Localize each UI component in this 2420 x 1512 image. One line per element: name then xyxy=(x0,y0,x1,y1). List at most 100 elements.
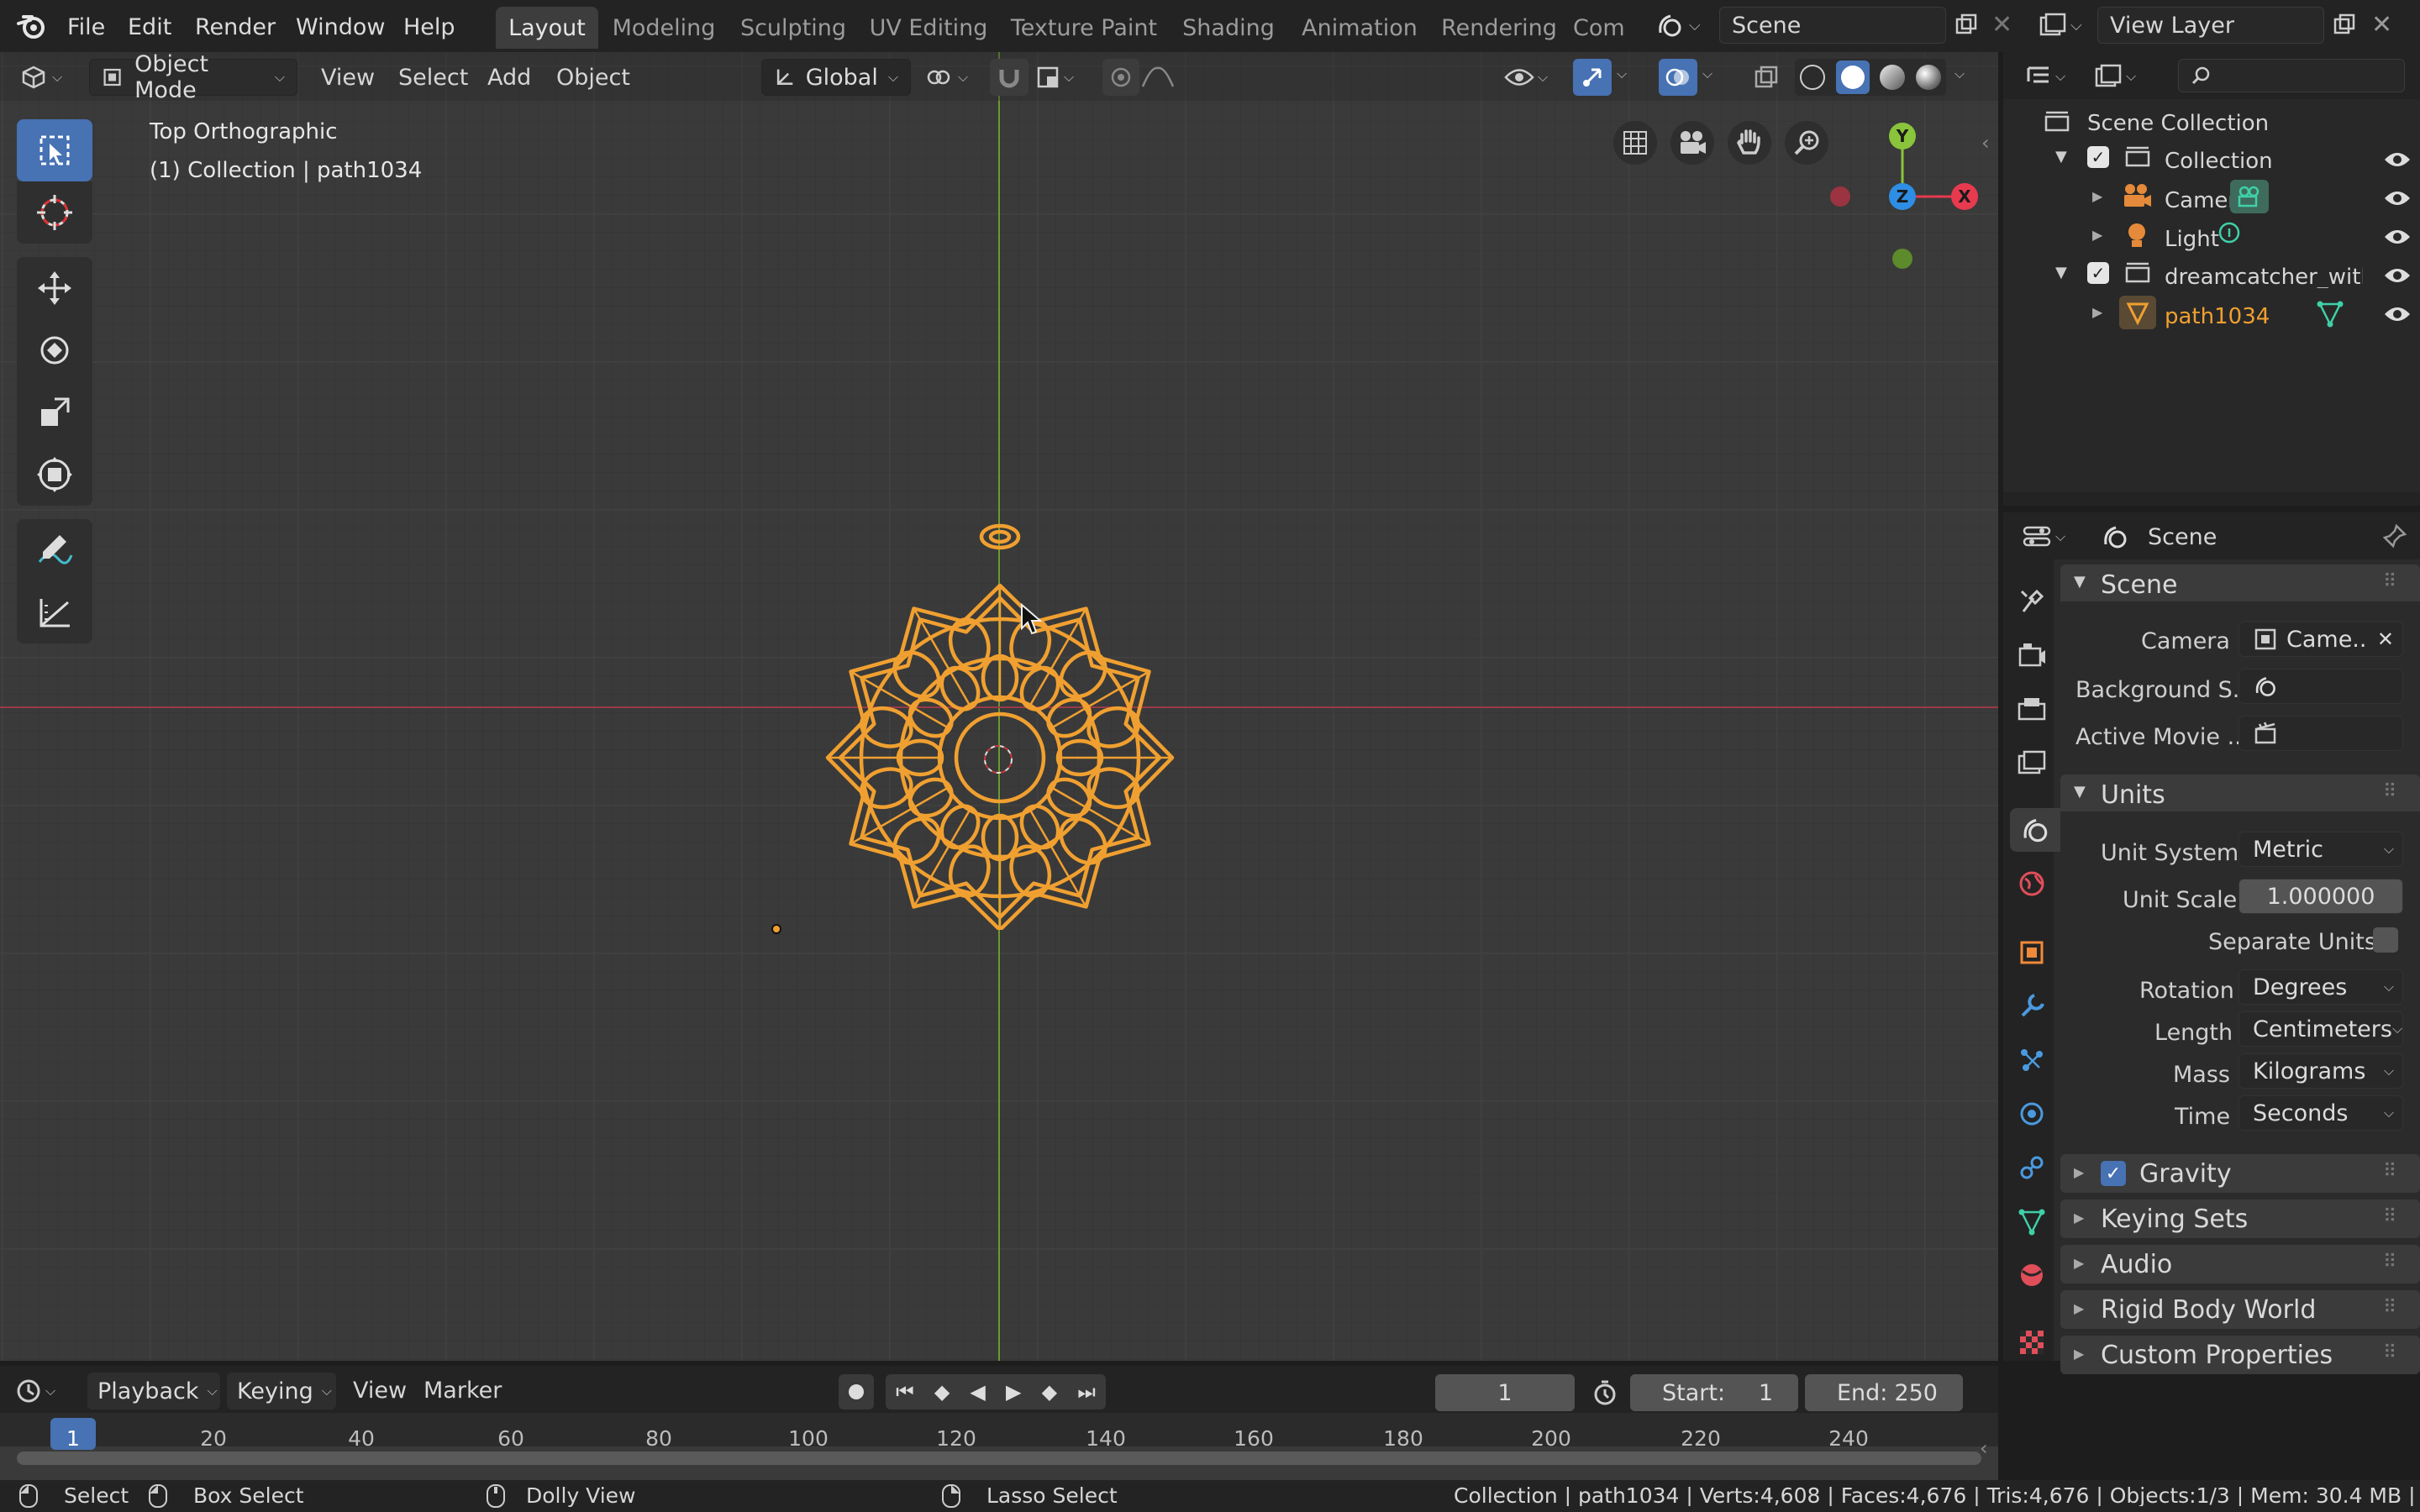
visibility-eye-icon[interactable] xyxy=(2383,150,2412,170)
active-movie-clip-field[interactable] xyxy=(2238,716,2403,751)
panel-expand-icon[interactable]: ▶ xyxy=(2074,1255,2084,1271)
time-dropdown[interactable]: Seconds ⌵ xyxy=(2238,1095,2403,1131)
menu-edit[interactable]: Edit xyxy=(128,14,171,40)
panel-expand-icon[interactable]: ▶ xyxy=(2074,1300,2084,1316)
audio-panel-title[interactable]: Audio xyxy=(2101,1250,2172,1279)
custom-properties-panel-title[interactable]: Custom Properties xyxy=(2101,1341,2333,1370)
gravity-checkbox[interactable]: ✓ xyxy=(2101,1161,2126,1186)
keying-menu[interactable]: Keying ⌵ xyxy=(227,1373,336,1410)
drag-handle-icon[interactable]: ⠿ xyxy=(2383,571,2396,592)
tab-particles[interactable] xyxy=(2010,1038,2054,1082)
tab-layout[interactable]: Layout xyxy=(496,7,598,49)
expand-arrow-icon[interactable]: ▼ xyxy=(2055,264,2067,281)
jump-start-icon[interactable]: ⏮ xyxy=(896,1380,914,1404)
camera-data-icon[interactable] xyxy=(2230,180,2269,213)
next-keyframe-icon[interactable]: ◆ xyxy=(1042,1380,1057,1404)
menu-select[interactable]: Select xyxy=(398,66,468,89)
drag-handle-icon[interactable]: ⠿ xyxy=(2383,1297,2396,1318)
play-reverse-icon[interactable]: ◀ xyxy=(970,1380,985,1404)
chevron-down-icon[interactable]: ⌵ xyxy=(1954,66,1965,82)
gravity-panel-title[interactable]: Gravity xyxy=(2139,1159,2232,1189)
start-frame-field[interactable]: Start: 1 xyxy=(1630,1374,1798,1411)
tab-physics[interactable] xyxy=(2010,1092,2054,1136)
outliner-item-dreamcatcher-collection[interactable]: dreamcatcher_with_ xyxy=(2165,266,2363,288)
current-frame-field[interactable]: 1 xyxy=(1435,1374,1575,1411)
tab-material[interactable] xyxy=(2010,1253,2054,1297)
rendered-shading-icon[interactable] xyxy=(1915,65,1941,90)
annotate-tool[interactable] xyxy=(17,519,92,581)
expand-arrow-icon[interactable]: ▶ xyxy=(2092,227,2102,243)
menu-file[interactable]: File xyxy=(67,14,105,40)
visibility-dropdown[interactable]: ⌵ xyxy=(1504,59,1563,96)
visibility-eye-icon[interactable] xyxy=(2383,304,2412,324)
snap-toggle[interactable] xyxy=(990,59,1028,96)
tab-compositing[interactable]: Com xyxy=(1573,7,1639,49)
panel-expand-icon[interactable]: ▶ xyxy=(2074,1346,2084,1362)
pin-icon[interactable] xyxy=(2381,522,2408,549)
tab-render[interactable] xyxy=(2010,633,2054,677)
zoom-view-button[interactable] xyxy=(1785,121,1828,165)
collection-checkbox[interactable]: ✓ xyxy=(2087,262,2109,284)
timeline-menu-view[interactable]: View xyxy=(353,1379,407,1402)
scene-panel-title[interactable]: Scene xyxy=(2101,570,2177,600)
end-frame-field[interactable]: End: 250 xyxy=(1805,1374,1963,1411)
tab-sculpting[interactable]: Sculpting xyxy=(731,7,855,49)
solid-shading-icon[interactable] xyxy=(1835,60,1870,94)
preview-range-toggle[interactable] xyxy=(1588,1376,1622,1410)
tab-texture-paint[interactable]: Texture Paint xyxy=(1005,7,1163,49)
timeline-editor-type-button[interactable]: ⌵ xyxy=(15,1373,76,1410)
clear-icon[interactable]: ✕ xyxy=(2377,627,2394,651)
separate-units-checkbox[interactable] xyxy=(2373,927,2398,953)
units-panel-title[interactable]: Units xyxy=(2101,780,2165,810)
outliner-search-input[interactable] xyxy=(2178,59,2405,92)
tab-output[interactable] xyxy=(2010,687,2054,731)
display-mode-dropdown[interactable]: ⌵ xyxy=(2094,59,2153,94)
tab-mesh-data[interactable] xyxy=(2010,1200,2054,1243)
camera-field[interactable]: Came.. ✕ xyxy=(2238,622,2403,657)
camera-view-button[interactable] xyxy=(1670,121,1714,165)
panel-collapse-icon[interactable]: ▼ xyxy=(2074,783,2086,801)
mass-dropdown[interactable]: Kilograms ⌵ xyxy=(2238,1053,2403,1089)
drag-handle-icon[interactable]: ⠿ xyxy=(2383,1342,2396,1363)
scene-name-field[interactable]: Scene xyxy=(1719,7,1946,44)
rotation-dropdown[interactable]: Degrees ⌵ xyxy=(2238,969,2403,1005)
expand-arrow-icon[interactable]: ▼ xyxy=(2055,148,2067,165)
length-dropdown[interactable]: Centimeters ⌵ xyxy=(2238,1011,2403,1047)
expand-arrow-icon[interactable]: ▶ xyxy=(2092,304,2102,320)
menu-help[interactable]: Help xyxy=(403,14,455,40)
tab-tool[interactable] xyxy=(2010,580,2054,623)
scale-tool[interactable] xyxy=(17,381,92,444)
tab-constraints[interactable] xyxy=(2010,1146,2054,1189)
tab-modeling[interactable]: Modeling xyxy=(605,7,723,49)
playback-menu[interactable]: Playback ⌵ xyxy=(87,1373,220,1410)
close-icon[interactable]: ✕ xyxy=(1991,10,2012,39)
record-button[interactable] xyxy=(839,1374,874,1410)
view-layer-browse-button[interactable]: ⌵ xyxy=(2039,7,2096,44)
sidebar-toggle-icon[interactable]: ‹ xyxy=(1981,131,1990,155)
snap-target-dropdown[interactable]: ⌵ xyxy=(1035,59,1091,96)
3d-viewport[interactable]: Top Orthographic (1) Collection | path10… xyxy=(0,52,1998,1361)
area-divider[interactable] xyxy=(1998,52,2003,1480)
tab-rendering[interactable]: Rendering xyxy=(1437,7,1561,49)
rotate-tool[interactable] xyxy=(17,319,92,381)
xray-toggle[interactable] xyxy=(1748,59,1785,96)
light-data-icon[interactable] xyxy=(2215,220,2244,249)
chevron-left-icon[interactable]: ‹ xyxy=(1980,1436,1988,1460)
collection-checkbox[interactable]: ✓ xyxy=(2087,146,2109,168)
timeline-scrollbar[interactable] xyxy=(17,1452,1981,1465)
overlays-toggle[interactable] xyxy=(1659,59,1697,96)
cursor-tool[interactable] xyxy=(17,181,92,244)
mesh-data-icon[interactable] xyxy=(2316,299,2344,328)
tab-object[interactable] xyxy=(2010,931,2054,974)
move-tool[interactable] xyxy=(17,257,92,319)
tab-uv-editing[interactable]: UV Editing xyxy=(865,7,992,49)
visibility-eye-icon[interactable] xyxy=(2383,227,2412,247)
chevron-down-icon[interactable]: ⌵ xyxy=(1702,66,1712,82)
new-view-layer-icon[interactable] xyxy=(2328,8,2361,42)
toggle-camera-view-button[interactable] xyxy=(1613,121,1657,165)
unit-system-dropdown[interactable]: Metric ⌵ xyxy=(2238,832,2403,867)
outliner-editor-type-button[interactable]: ⌵ xyxy=(2025,59,2082,94)
wireframe-shading-icon[interactable] xyxy=(1800,65,1826,90)
drag-handle-icon[interactable]: ⠿ xyxy=(2383,1206,2396,1227)
visibility-eye-icon[interactable] xyxy=(2383,265,2412,286)
